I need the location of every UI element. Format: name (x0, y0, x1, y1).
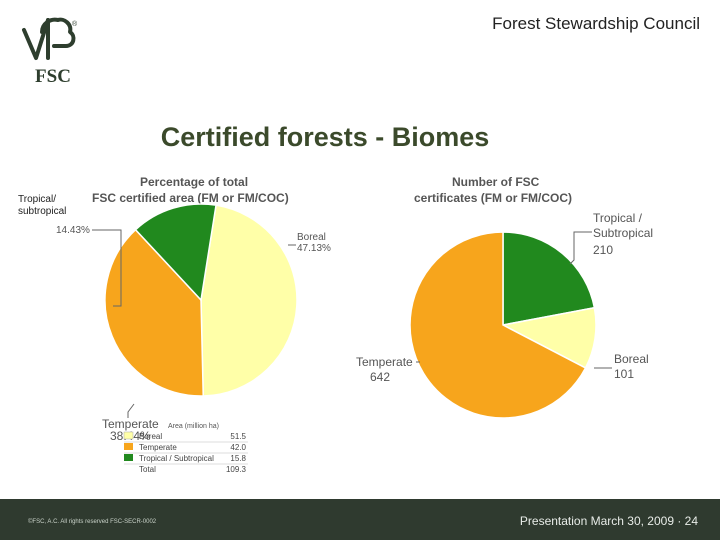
left-label-boreal-value: 47.13% (297, 243, 331, 254)
right-leader-tropical (569, 231, 592, 265)
table-row-name: Total (139, 465, 156, 474)
table-row-value: 42.0 (230, 443, 246, 452)
right-pie (409, 231, 597, 419)
right-label-temperate: Temperate (356, 355, 413, 369)
right-chart-title: Number of FSC certificates (FM or FM/COC… (414, 175, 572, 205)
left-label-tropical-line-2: subtropical (18, 206, 66, 217)
table-row-value: 15.8 (230, 454, 246, 463)
legend-swatch-boreal (123, 431, 134, 440)
right-label-tropical-value: 210 (593, 243, 613, 257)
right-chart-title-line-1: Number of FSC (452, 175, 540, 189)
table-row-name: Tropical / Subtropical (139, 454, 214, 463)
left-label-boreal: Boreal (297, 232, 326, 243)
legend-swatch-temperate (124, 443, 133, 450)
left-chart-title-line-1: Percentage of total (140, 175, 248, 189)
legend-swatch-tropical (124, 454, 133, 461)
footer-copyright: ©FSC, A.C. All rights reserved FSC-SECR-… (28, 519, 157, 525)
area-table-header: Area (million ha) (168, 423, 219, 430)
footer-presentation-date: Presentation March 30, 2009 · 24 (519, 514, 698, 528)
right-label-temperate-value: 642 (370, 370, 390, 384)
left-chart-title: Percentage of total FSC certified area (… (92, 175, 289, 205)
left-pie (104, 203, 298, 397)
right-chart-title-line-2: certificates (FM or FM/COC) (414, 191, 572, 205)
left-leader-temperate (127, 403, 135, 418)
left-label-tropical-value: 14.43% (56, 225, 90, 236)
right-label-boreal-value: 101 (614, 367, 634, 381)
right-label-boreal: Boreal (614, 352, 649, 366)
right-label-tropical-line-1: Tropical / (593, 211, 643, 225)
left-chart-title-line-2: FSC certified area (FM or FM/COC) (92, 191, 289, 205)
table-row-name: Temperate (139, 443, 177, 452)
table-row-name: Boreal (139, 432, 162, 441)
left-label-tropical-line-1: Tropical/ (18, 194, 56, 205)
charts-canvas: Percentage of total FSC certified area (… (18, 175, 653, 474)
table-row-value: 51.5 (230, 432, 246, 441)
pie-slice-boreal (200, 204, 298, 397)
table-row-value: 109.3 (226, 465, 247, 474)
right-label-tropical-line-2: Subtropical (593, 226, 653, 240)
